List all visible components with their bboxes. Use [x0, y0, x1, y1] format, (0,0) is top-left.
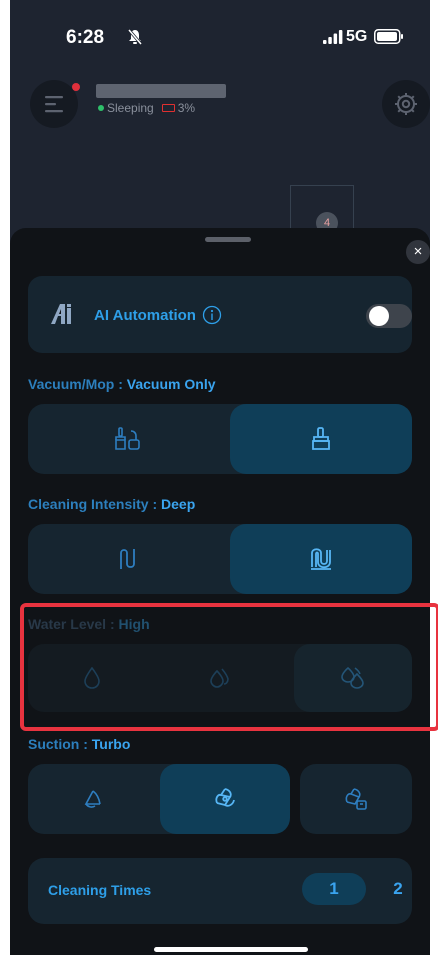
deep-path-icon	[311, 548, 331, 570]
settings-button[interactable]	[382, 80, 430, 128]
suction-max-icon	[345, 788, 367, 810]
ai-logo-icon	[51, 304, 71, 324]
status-time: 6:28	[66, 27, 105, 48]
vacuum-mop-option-vacuum-and-mop[interactable]	[28, 404, 228, 474]
home-indicator[interactable]	[154, 947, 308, 952]
water-level-value: High	[118, 616, 150, 632]
standard-path-icon	[120, 549, 135, 569]
vacuum-mop-title-label: Vacuum/Mop :	[28, 376, 123, 392]
suction-title-label: Suction :	[28, 736, 88, 752]
water-low-icon	[84, 667, 100, 689]
cleaning-intensity-option-standard[interactable]	[28, 524, 228, 594]
suction-option-turbo[interactable]	[160, 764, 290, 834]
cleaning-intensity-value: Deep	[161, 496, 196, 512]
vacuum-mop-title: Vacuum/Mop : Vacuum Only	[28, 376, 216, 392]
water-high-icon	[341, 666, 364, 689]
cleaning-times-label: Cleaning Times	[48, 882, 152, 898]
cellular-signal-icon	[323, 30, 343, 44]
suction-turbo-icon	[215, 788, 235, 807]
cleaning-intensity-title-label: Cleaning Intensity :	[28, 496, 158, 512]
gear-icon	[395, 93, 417, 115]
device-battery: 3%	[177, 101, 196, 115]
water-level-title: Water Level : High	[28, 616, 150, 632]
ai-automation-card: AI Automation	[28, 276, 412, 353]
suction-title: Suction : Turbo	[28, 736, 130, 752]
water-level-option-high[interactable]	[294, 644, 412, 712]
info-icon[interactable]	[202, 305, 222, 325]
menu-button[interactable]	[30, 80, 78, 128]
battery-icon	[374, 29, 403, 44]
menu-icon	[45, 96, 63, 113]
bell-muted-icon	[128, 29, 142, 45]
vacuum-and-mop-icon	[115, 427, 140, 450]
water-level-option-low[interactable]	[28, 644, 156, 712]
battery-low-icon	[161, 104, 175, 112]
device-status: Sleeping	[107, 101, 154, 115]
online-dot	[98, 105, 104, 111]
cleaning-intensity-title: Cleaning Intensity : Deep	[28, 496, 195, 512]
cleaning-times-option-2[interactable]: 2	[366, 873, 430, 905]
status-bar: 6:28 5G	[10, 0, 430, 75]
network-type: 5G	[346, 28, 368, 45]
device-name-redacted	[96, 84, 226, 98]
toggle-knob	[369, 306, 389, 326]
cleaning-times-option-1[interactable]: 1	[302, 873, 366, 905]
vacuum-mop-option-vacuum-only[interactable]	[230, 404, 412, 474]
suction-value: Turbo	[91, 736, 131, 752]
ai-automation-label: AI Automation	[94, 307, 196, 324]
water-level-option-medium[interactable]	[156, 644, 284, 712]
water-level-title-label: Water Level :	[28, 616, 115, 632]
cleaning-intensity-option-deep[interactable]	[230, 524, 412, 594]
water-medium-icon	[210, 668, 229, 688]
close-button[interactable]: ×	[406, 240, 430, 264]
suction-quiet-icon	[84, 790, 101, 808]
notification-dot	[72, 83, 80, 91]
cleaning-times-card: Cleaning Times 1 2	[28, 858, 412, 924]
cleaning-settings-sheet: × AI Automation Vacuum/Mop : Vacuum Only	[10, 228, 430, 955]
app-screen: 6:28 5G Sleeping 3% 4 × AI Automation Va…	[10, 0, 430, 955]
sheet-drag-handle[interactable]	[205, 237, 251, 242]
ai-automation-toggle[interactable]	[366, 304, 412, 328]
suction-option-max[interactable]	[300, 764, 412, 834]
vacuum-only-icon	[312, 427, 330, 450]
vacuum-mop-value: Vacuum Only	[126, 376, 216, 392]
suction-option-quiet[interactable]	[28, 764, 158, 834]
device-status-row: Sleeping 3%	[98, 101, 195, 115]
